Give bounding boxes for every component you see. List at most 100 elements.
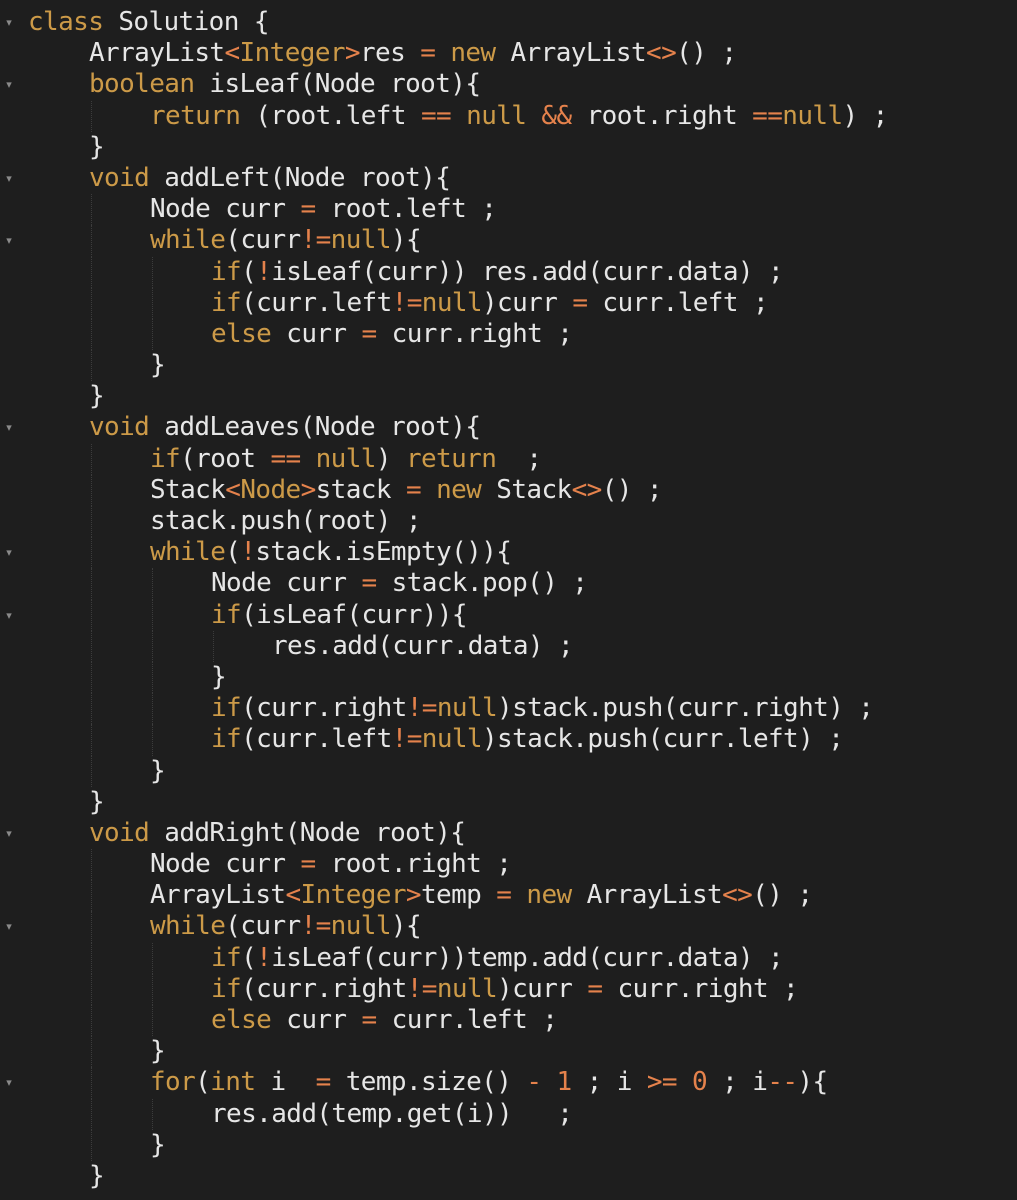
code-line[interactable]: res.add(temp.get(i)) ; — [0, 1098, 1017, 1130]
code-text: } — [89, 1161, 105, 1192]
code-line[interactable]: ▾ for(int i = temp.size() - 1 ; i >= 0 ; … — [0, 1067, 1017, 1099]
chevron-down-icon[interactable]: ▾ — [2, 911, 16, 942]
indent-guide — [91, 1005, 92, 1037]
chevron-down-icon[interactable]: ▾ — [2, 818, 16, 849]
code-token: return — [150, 100, 241, 131]
code-token: == — [752, 100, 783, 131]
code-line[interactable]: stack.push(root) ; — [0, 506, 1017, 538]
code-line[interactable]: ▾ class Solution { — [0, 7, 1017, 38]
code-line[interactable]: if(curr.right!=null)curr = curr.right ; — [0, 973, 1017, 1005]
chevron-down-icon[interactable]: ▾ — [2, 69, 16, 100]
chevron-down-icon[interactable]: ▾ — [2, 7, 16, 38]
code-token: < — [224, 38, 240, 69]
code-token: } — [89, 381, 105, 412]
code-line[interactable]: } — [0, 1036, 1017, 1068]
code-token: null — [782, 100, 843, 131]
indent-guide — [152, 287, 153, 319]
code-line[interactable]: } — [0, 381, 1017, 412]
code-line[interactable]: if(!isLeaf(curr))temp.add(curr.data) ; — [0, 942, 1017, 974]
code-text: while(!stack.isEmpty()){ — [150, 537, 512, 568]
code-line[interactable]: Node curr = root.left ; — [0, 194, 1017, 226]
code-token: curr.right ; — [376, 318, 573, 349]
code-token: () ; — [676, 38, 737, 69]
code-token: <> — [722, 880, 753, 911]
code-token: isLeaf(curr)) res.add(curr.data) ; — [271, 256, 784, 287]
code-text: if(!isLeaf(curr))temp.add(curr.data) ; — [211, 942, 784, 974]
code-line[interactable]: } — [0, 132, 1017, 163]
code-token: (curr.right — [241, 693, 407, 724]
code-token: int — [210, 1067, 256, 1098]
indent-guide — [152, 942, 153, 974]
code-line[interactable]: res.add(curr.data) ; — [0, 630, 1017, 662]
code-line[interactable]: if(curr.left!=null)stack.push(curr.left)… — [0, 724, 1017, 756]
code-line[interactable]: ▾ void addLeaves(Node root){ — [0, 412, 1017, 443]
code-text: if(root == null) return ; — [150, 443, 542, 475]
code-line[interactable]: Node curr = root.right ; — [0, 849, 1017, 881]
code-token: != — [300, 225, 332, 256]
code-line[interactable]: } — [0, 350, 1017, 382]
code-token: curr.right ; — [602, 973, 799, 1004]
code-line[interactable]: if(!isLeaf(curr)) res.add(curr.data) ; — [0, 256, 1017, 288]
chevron-down-icon[interactable]: ▾ — [2, 225, 16, 256]
code-token: void — [89, 817, 150, 848]
chevron-down-icon[interactable]: ▾ — [2, 1067, 16, 1098]
code-token: if — [211, 599, 242, 630]
code-token: <> — [571, 474, 603, 505]
code-token: ( — [241, 942, 257, 973]
chevron-down-icon[interactable]: ▾ — [2, 412, 16, 443]
code-token: ; i — [571, 1067, 647, 1098]
code-line[interactable]: ▾ void addRight(Node root){ — [0, 818, 1017, 849]
indent-guide — [152, 599, 153, 631]
chevron-down-icon[interactable]: ▾ — [2, 600, 16, 631]
code-line[interactable]: ▾ while(!stack.isEmpty()){ — [0, 537, 1017, 569]
code-token: new — [450, 38, 496, 69]
code-token: } — [211, 661, 227, 692]
indent-guide — [91, 256, 92, 288]
code-line[interactable]: if(root == null) return ; — [0, 443, 1017, 475]
code-line[interactable]: ▾ while(curr!=null){ — [0, 911, 1017, 943]
code-token: Integer — [300, 880, 407, 911]
code-editor[interactable]: ▾ class Solution {ArrayList<Integer>res =… — [0, 0, 1017, 1200]
code-token: Node — [240, 474, 301, 505]
code-token: )stack.push(curr.right) ; — [497, 693, 874, 724]
code-token: = — [405, 474, 422, 505]
code-token: - — [526, 1067, 542, 1098]
code-line[interactable]: } — [0, 787, 1017, 818]
chevron-down-icon[interactable]: ▾ — [2, 163, 16, 194]
code-token: isLeaf(curr))temp.add(curr.data) ; — [271, 942, 784, 973]
code-token: )curr — [481, 287, 573, 318]
code-token: == — [420, 100, 452, 131]
code-line[interactable]: ArrayList<Integer>temp = new ArrayList<>… — [0, 880, 1017, 912]
code-line[interactable]: Stack<Node>stack = new Stack<>() ; — [0, 474, 1017, 506]
code-line[interactable]: if(curr.right!=null)stack.push(curr.righ… — [0, 693, 1017, 725]
code-line[interactable]: } — [0, 661, 1017, 694]
indent-guide — [91, 287, 92, 319]
code-line[interactable]: return (root.left == null && root.right … — [0, 100, 1017, 132]
code-token: == — [270, 443, 301, 474]
code-line[interactable]: ▾ while(curr!=null){ — [0, 225, 1017, 257]
code-line[interactable]: if(curr.left!=null)curr = curr.left ; — [0, 287, 1017, 319]
indent-guide — [91, 537, 92, 569]
code-line[interactable]: } — [0, 1129, 1017, 1161]
code-token: curr — [271, 318, 362, 349]
code-token: ; — [496, 443, 542, 474]
code-line[interactable]: ArrayList<Integer>res = new ArrayList<>(… — [0, 38, 1017, 69]
code-line[interactable]: Node curr = stack.pop() ; — [0, 568, 1017, 600]
code-line[interactable]: else curr = curr.right ; — [0, 318, 1017, 351]
code-token: for — [150, 1067, 196, 1098]
code-line[interactable]: ▾ void addLeft(Node root){ — [0, 163, 1017, 194]
code-line[interactable]: else curr = curr.left ; — [0, 1005, 1017, 1037]
code-line[interactable]: } — [0, 755, 1017, 787]
code-token: res — [359, 38, 421, 69]
code-token: = — [572, 287, 588, 318]
code-line[interactable]: ▾ if(isLeaf(curr)){ — [0, 599, 1017, 631]
indent-guide — [152, 661, 153, 694]
code-text: } — [150, 1036, 166, 1067]
code-token: Node curr — [211, 568, 362, 599]
code-token: temp.size() — [330, 1067, 527, 1098]
code-line[interactable]: } — [0, 1161, 1017, 1192]
code-token: > — [300, 474, 317, 505]
code-line[interactable]: ▾ boolean isLeaf(Node root){ — [0, 69, 1017, 100]
chevron-down-icon[interactable]: ▾ — [2, 537, 16, 568]
